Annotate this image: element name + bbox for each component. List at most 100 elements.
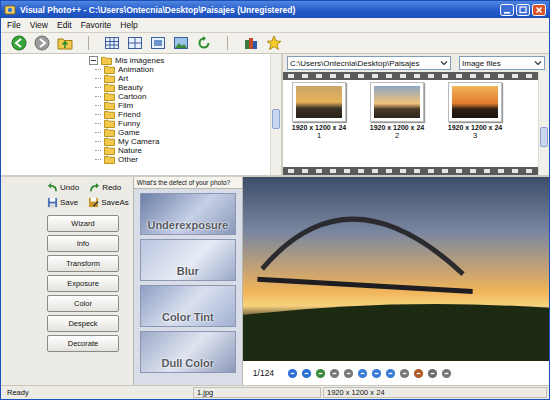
tree-label[interactable]: Beauty (118, 83, 143, 92)
menu-item[interactable]: File (7, 20, 21, 30)
title-bar: Visual Photo++ - C:\Users\Ontecnia\Deskt… (1, 1, 549, 18)
thumbnail-image[interactable] (374, 86, 420, 118)
tree-item[interactable]: Game (89, 128, 270, 137)
preview-view-icon[interactable] (150, 35, 166, 51)
expander-icon[interactable] (89, 56, 98, 65)
tree-label[interactable]: Film (118, 101, 133, 110)
viewer-tool-icon[interactable] (357, 368, 368, 379)
up-folder-icon[interactable] (57, 35, 73, 51)
tree-label[interactable]: Funny (118, 119, 140, 128)
thumbnail-view-icon[interactable] (104, 35, 120, 51)
viewer-tool-icon[interactable] (385, 368, 396, 379)
tree-item[interactable]: Art (89, 74, 270, 83)
tree-item[interactable]: Nature (89, 146, 270, 155)
tree-item[interactable]: Cartoon (89, 92, 270, 101)
menu-bar: File View Edit Favorite Help (1, 18, 549, 33)
defect-card[interactable]: Dull Color (140, 331, 236, 373)
scroll-thumb[interactable] (272, 109, 280, 129)
viewer-tool-icon[interactable] (399, 368, 410, 379)
viewer-tool-icon[interactable] (329, 368, 340, 379)
tree-label[interactable]: Cartoon (118, 92, 146, 101)
tree-label[interactable]: Other (118, 155, 138, 164)
tool-button[interactable]: Despeck (47, 315, 119, 332)
tool-button[interactable]: Decorate (47, 335, 119, 352)
thumbnail[interactable]: 1920 x 1200 x 24 2 (367, 82, 427, 165)
menu-item[interactable]: Help (120, 20, 137, 30)
back-icon[interactable] (11, 35, 27, 51)
tree-label[interactable]: Friend (118, 110, 141, 119)
tree-item[interactable]: Film (89, 101, 270, 110)
menu-item[interactable]: Favorite (81, 20, 112, 30)
path-field[interactable]: C:\Users\Ontecnia\Desktop\Paisajes (287, 56, 451, 70)
tree-item[interactable]: Funny (89, 119, 270, 128)
status-field: 1920 x 1200 x 24 (323, 387, 547, 398)
tool-button[interactable]: Wizard (47, 215, 119, 232)
menu-item[interactable]: View (30, 20, 48, 30)
app-logo-icon (4, 4, 16, 16)
tree-label[interactable]: Nature (118, 146, 142, 155)
tree-item[interactable]: My Camera (89, 137, 270, 146)
tool-button[interactable]: Color (47, 295, 119, 312)
viewer-tool-icon[interactable] (315, 368, 326, 379)
tree-node[interactable]: Mis imágenes (89, 56, 270, 65)
tool-panel: Undo Redo Save SaveAs Wizard Info Transfor… (1, 177, 133, 385)
status-field: Ready (3, 387, 191, 398)
undo-button[interactable]: Undo (47, 181, 79, 194)
redo-button[interactable]: Redo (89, 181, 121, 194)
tree-line (95, 105, 101, 107)
dropdown-arrow-icon[interactable] (534, 59, 542, 67)
thumbnail-number: 2 (395, 131, 399, 140)
viewer-tool-icon[interactable] (287, 368, 298, 379)
thumbnail-image[interactable] (452, 86, 498, 118)
viewer-tool-icon[interactable] (301, 368, 312, 379)
film-scrollbar[interactable] (538, 72, 549, 175)
favorite-star-icon[interactable] (266, 35, 282, 51)
tool-button[interactable]: Info (47, 235, 119, 252)
viewer-tool-icon[interactable] (371, 368, 382, 379)
defect-card[interactable]: Blur (140, 239, 236, 281)
thumbnail[interactable]: 1920 x 1200 x 24 1 (289, 82, 349, 165)
tree-item[interactable]: Beauty (89, 83, 270, 92)
tree-label[interactable]: My Camera (118, 137, 159, 146)
maximize-icon[interactable] (516, 4, 530, 16)
viewer-tool-icon[interactable] (343, 368, 354, 379)
tree-line (95, 132, 101, 134)
menu-item[interactable]: Edit (57, 20, 72, 30)
tree-label[interactable]: Game (118, 128, 140, 137)
minimize-icon[interactable] (500, 4, 514, 16)
tree-line (95, 114, 101, 116)
forward-icon[interactable] (34, 35, 50, 51)
close-icon[interactable] (532, 4, 546, 16)
thumbnail-image[interactable] (296, 86, 342, 118)
grid-view-icon[interactable] (127, 35, 143, 51)
scroll-thumb[interactable] (540, 127, 548, 147)
save-as-button[interactable]: SaveAs (88, 196, 129, 209)
tree-scrollbar[interactable] (270, 54, 281, 175)
viewer-tool-icon[interactable] (427, 368, 438, 379)
save-button[interactable]: Save (47, 196, 78, 209)
tree-item[interactable]: Friend (89, 110, 270, 119)
tree-label[interactable]: Animation (118, 65, 154, 74)
image-view-icon[interactable] (173, 35, 189, 51)
thumbnail-caption: 1920 x 1200 x 24 (370, 124, 425, 131)
folder-icon (104, 110, 115, 119)
thumbnail[interactable]: 1920 x 1200 x 24 3 (445, 82, 505, 165)
dropdown-arrow-icon[interactable] (440, 59, 448, 67)
filter-dropdown[interactable]: Image files (459, 56, 545, 70)
tree-label[interactable]: Mis imágenes (115, 56, 164, 65)
toolbar (1, 33, 549, 54)
tree-item[interactable]: Animation (89, 65, 270, 74)
viewer-tool-icon[interactable] (441, 368, 452, 379)
status-field: 1.jpg (193, 387, 321, 398)
tree-item[interactable]: Other (89, 155, 270, 164)
defect-header: What's the defect of your photo? (134, 177, 242, 189)
defect-label: Underexposure (147, 219, 228, 231)
defect-card[interactable]: Underexposure (140, 193, 236, 235)
tool-button[interactable]: Exposure (47, 275, 119, 292)
refresh-icon[interactable] (196, 35, 212, 51)
tree-label[interactable]: Art (118, 74, 128, 83)
tool-button[interactable]: Transform (47, 255, 119, 272)
viewer-tool-icon[interactable] (413, 368, 424, 379)
books-icon[interactable] (243, 35, 259, 51)
defect-card[interactable]: Color Tint (140, 285, 236, 327)
